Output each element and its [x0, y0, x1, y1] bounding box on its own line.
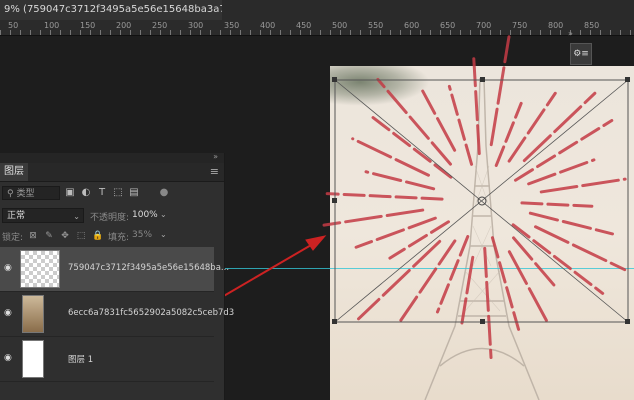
lock-all-icon[interactable]: 🔒 [92, 230, 103, 242]
lock-fill-row: 锁定: ⊠ ✎ ✥ ⬚ 🔒 填充: 35% ⌄ [0, 227, 224, 245]
filter-pixel-icon[interactable]: ▣ [64, 186, 76, 200]
filter-kind-select[interactable]: ⚲ 类型 [2, 186, 60, 200]
fill-chevron-icon[interactable]: ⌄ [160, 230, 167, 239]
filter-adjustment-icon[interactable]: ◐ [80, 186, 92, 200]
transform-handle[interactable] [332, 198, 337, 203]
panel-menu-icon[interactable]: ≡ [210, 165, 219, 178]
magnifier-icon: ⚲ [7, 189, 14, 199]
chevron-down-icon: ⌄ [73, 212, 80, 221]
blend-opacity-row: 正常 ⌄ 不透明度: 100% ⌄ [0, 207, 224, 225]
fill-label: 填充: [108, 233, 130, 243]
eye-icon[interactable]: ◉ [4, 309, 14, 318]
starburst-ray [435, 235, 470, 314]
transform-handle[interactable] [625, 77, 630, 82]
transform-handle[interactable] [332, 77, 337, 82]
starburst-ray [322, 208, 425, 227]
starburst-ray [522, 91, 597, 163]
lock-brush-icon[interactable]: ✎ [44, 230, 54, 242]
filter-toggle-icon[interactable]: ● [158, 186, 170, 200]
starburst-ray [472, 57, 481, 156]
starburst-ray [490, 236, 521, 331]
filter-smart-object-icon[interactable]: ▤ [128, 186, 140, 200]
lock-move-icon[interactable]: ✥ [60, 230, 70, 242]
starburst-ray [520, 201, 594, 208]
layer-row-background[interactable]: ◉ 图层 1 [0, 337, 214, 382]
transform-handle[interactable] [480, 77, 485, 82]
lock-label: 锁定: [2, 233, 24, 243]
layer-row-photo[interactable]: ◉ 6ecc6a7831fc5652902a5082c5ceb7d3 [0, 292, 234, 337]
lock-artboard-icon[interactable]: ⬚ [76, 230, 86, 242]
tab-layers[interactable]: 图层 [0, 163, 28, 181]
lock-transparent-icon[interactable]: ⊠ [28, 230, 38, 242]
starburst-ray [483, 246, 493, 360]
starburst-ray [489, 35, 511, 147]
layer-thumbnail [22, 295, 44, 333]
blend-mode-value: 正常 [7, 211, 26, 221]
transform-handle[interactable] [332, 319, 337, 324]
starburst-ray [351, 137, 430, 177]
transform-bounding-box[interactable] [332, 77, 630, 324]
opacity-label: 不透明度: [90, 213, 130, 223]
annotation-arrow [221, 235, 327, 298]
layers-tab-row: 图层 ≡ [0, 163, 224, 182]
layer-thumbnail [20, 250, 60, 288]
layer-name[interactable]: 6ecc6a7831fc5652902a5082c5ceb7d3 [68, 308, 234, 318]
panel-collapse-icon[interactable]: » [213, 152, 218, 161]
starburst-ray [421, 89, 457, 152]
starburst-ray [447, 84, 474, 166]
mini-panel-collapse-icon[interactable]: » [568, 29, 573, 38]
starburst-ray [460, 255, 475, 325]
filter-kind-label: 类型 [16, 189, 35, 199]
transform-handle[interactable] [480, 319, 485, 324]
layers-panel: » 图层 ≡ ⚲ 类型 ▣ ◐ T ⬚ ▤ ● 正常 ⌄ 不透明度: 100% … [0, 152, 234, 400]
eye-icon[interactable]: ◉ [4, 354, 14, 363]
layer-thumbnail [22, 340, 44, 378]
layer-name[interactable]: 图层 1 [68, 353, 93, 365]
transform-handle[interactable] [625, 319, 630, 324]
starburst-ray [507, 91, 557, 163]
layer-row-shape[interactable]: ◉ 759047c3712f3495a5e56e15648ba... [0, 247, 229, 292]
opacity-chevron-icon[interactable]: ⌄ [160, 210, 167, 219]
starburst-ray [494, 101, 523, 167]
starburst-ray [527, 158, 596, 186]
layer-name[interactable]: 759047c3712f3495a5e56e15648ba... [68, 263, 229, 273]
starburst-ray [325, 192, 444, 201]
starburst-rays [322, 35, 627, 360]
starburst-ray [354, 216, 437, 249]
panel-header: » [0, 152, 224, 163]
blend-mode-select[interactable]: 正常 ⌄ [2, 208, 84, 223]
fill-value[interactable]: 35% [132, 230, 152, 240]
starburst-ray [539, 177, 627, 194]
layer-filter-row: ⚲ 类型 ▣ ◐ T ⬚ ▤ ● [0, 183, 224, 203]
opacity-value[interactable]: 100% [132, 210, 158, 220]
eye-icon[interactable]: ◉ [4, 264, 14, 273]
filter-type-icon[interactable]: T [96, 186, 108, 200]
filter-shape-icon[interactable]: ⬚ [112, 186, 124, 200]
properties-panel-icon[interactable]: ⚙≡ [570, 43, 592, 65]
